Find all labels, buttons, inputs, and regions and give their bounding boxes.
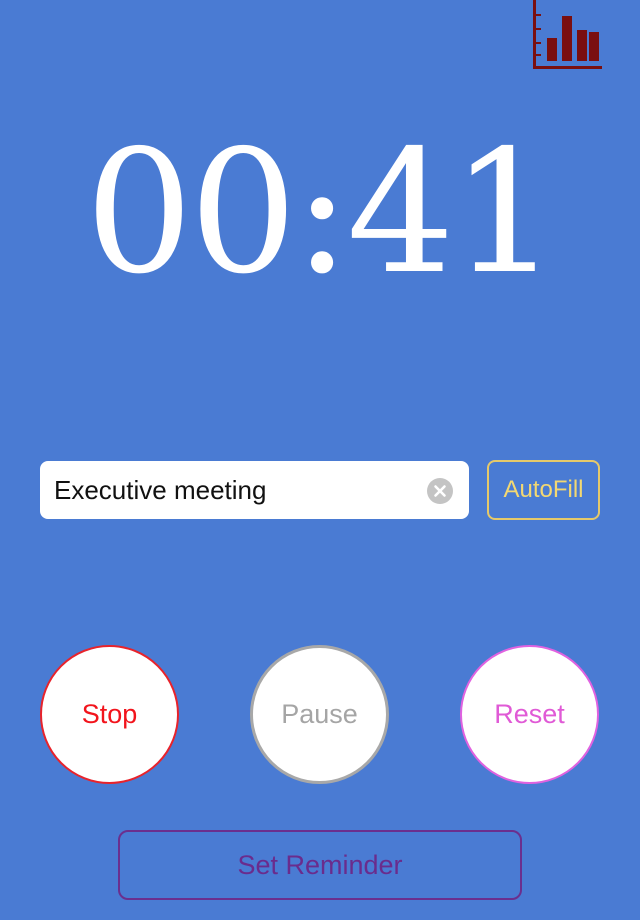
task-name-input[interactable]: [54, 461, 414, 519]
clear-x-icon: [434, 485, 446, 497]
task-name-field[interactable]: [40, 461, 469, 519]
set-reminder-button[interactable]: Set Reminder: [118, 830, 522, 900]
statistics-button[interactable]: [530, 0, 604, 72]
stop-button[interactable]: Stop: [40, 645, 179, 784]
pause-button[interactable]: Pause: [250, 645, 389, 784]
reset-button[interactable]: Reset: [460, 645, 599, 784]
autofill-button[interactable]: AutoFill: [487, 460, 600, 520]
elapsed-time-display: 00:41: [85, 114, 559, 312]
bar-chart-icon: [533, 0, 602, 69]
clear-text-button[interactable]: [427, 478, 453, 504]
